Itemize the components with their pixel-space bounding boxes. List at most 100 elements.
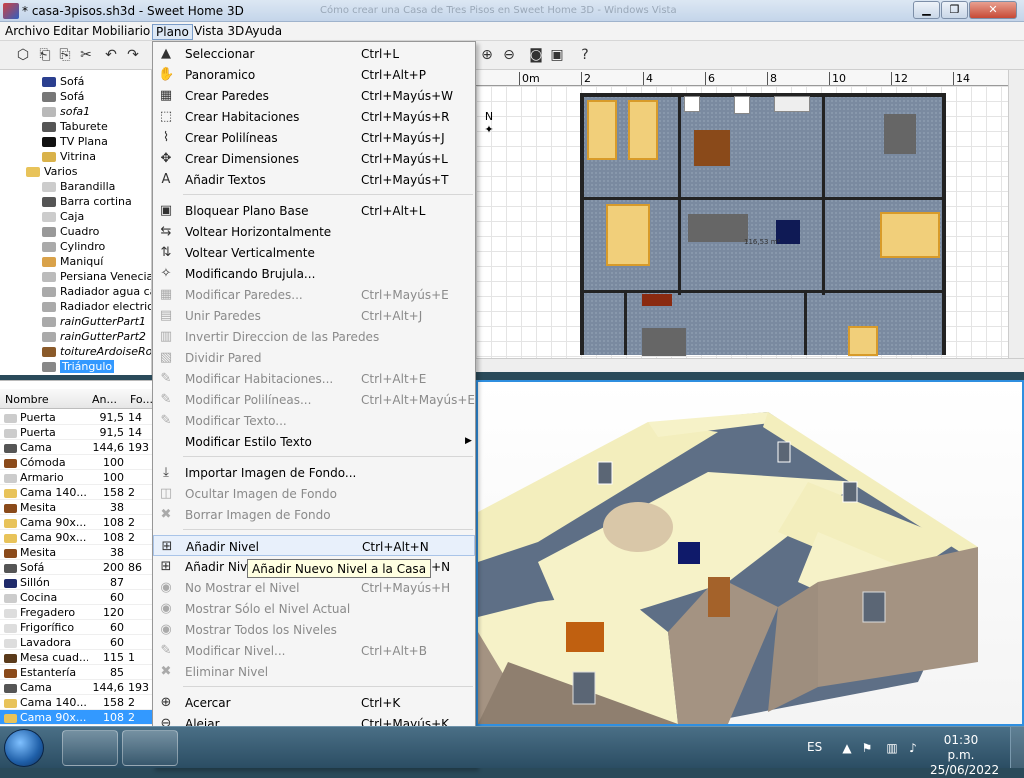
table-row[interactable]: Cama 90x... 108 2 xyxy=(0,530,152,545)
menu-archivo[interactable]: Archivo xyxy=(2,24,53,40)
cut-icon[interactable]: ✂ xyxy=(77,46,95,64)
menu-item-modificar-nivel[interactable]: ✎ Modificar Nivel... Ctrl+Alt+B xyxy=(153,640,475,661)
tree-item[interactable]: Radiador agua caliente xyxy=(42,284,151,299)
menu-item-voltear-verticalmente[interactable]: ⇅ Voltear Verticalmente xyxy=(153,242,475,263)
tree-item[interactable]: Cuadro xyxy=(42,224,99,239)
minimize-button[interactable]: ▁ xyxy=(913,1,940,19)
table-row[interactable]: Estantería 85 xyxy=(0,665,152,680)
tray-network-icon[interactable]: ▥ xyxy=(885,741,899,755)
menu-item-anadir-textos[interactable]: A Añadir Textos Ctrl+Mayús+T xyxy=(153,169,475,190)
tree-item[interactable]: Caja xyxy=(42,209,84,224)
tree-item[interactable]: rainGutterPart1 xyxy=(42,314,146,329)
table-row[interactable]: Sofá 200 86 xyxy=(0,560,152,575)
column-width-header[interactable]: An... xyxy=(92,393,117,406)
menu-mobiliario[interactable]: Mobiliario xyxy=(89,24,153,40)
tree-item[interactable]: Varios xyxy=(26,164,77,179)
view-3d[interactable] xyxy=(476,380,1024,726)
table-row[interactable]: Armario 100 xyxy=(0,470,152,485)
menu-item-mostrar-todos-los-niveles[interactable]: ◉ Mostrar Todos los Niveles xyxy=(153,619,475,640)
open-icon[interactable]: ⎗ xyxy=(36,46,54,64)
table-row[interactable]: Cama 144,6 193 xyxy=(0,440,152,455)
new-home-icon[interactable]: ⬡ xyxy=(14,46,32,64)
menu-item-crear-polilineas[interactable]: ⌇ Crear Polilíneas Ctrl+Mayús+J xyxy=(153,127,475,148)
help-icon[interactable]: ? xyxy=(576,46,594,64)
menu-item-modificar-paredes[interactable]: ▦ Modificar Paredes... Ctrl+Mayús+E xyxy=(153,284,475,305)
clock[interactable]: 01:30 p.m. 25/06/2022 xyxy=(930,733,999,778)
menu-editar[interactable]: Editar xyxy=(50,24,92,40)
menu-item-modificar-polilineas[interactable]: ✎ Modificar Polilíneas... Ctrl+Alt+Mayús+E xyxy=(153,389,475,410)
tree-item[interactable]: sofa1 xyxy=(42,104,90,119)
show-desktop-button[interactable] xyxy=(1010,727,1024,768)
table-row[interactable]: Cama 144,6 193 xyxy=(0,680,152,695)
tray-volume-icon[interactable]: ♪ xyxy=(906,741,920,755)
menu-item-modificando-brujula[interactable]: ✧ Modificando Brujula... xyxy=(153,263,475,284)
zoom-out-toolbar-icon[interactable]: ⊖ xyxy=(500,46,518,64)
table-row[interactable]: Mesa cuad... 115 1 xyxy=(0,650,152,665)
menu-vista-3d[interactable]: Vista 3D xyxy=(191,24,247,40)
tree-item[interactable]: Radiador electrico xyxy=(42,299,151,314)
menu-item-bloquear-plano-base[interactable]: ▣ Bloquear Plano Base Ctrl+Alt+L xyxy=(153,200,475,221)
menu-item-unir-paredes[interactable]: ▤ Unir Paredes Ctrl+Alt+J xyxy=(153,305,475,326)
plan-vertical-scrollbar[interactable] xyxy=(1008,70,1024,358)
menu-item-acercar[interactable]: ⊕ Acercar Ctrl+K xyxy=(153,692,475,713)
menu-item-dividir-pared[interactable]: ▧ Dividir Pared xyxy=(153,347,475,368)
menu-item-seleccionar[interactable]: ▲ Seleccionar Ctrl+L xyxy=(153,43,475,64)
tree-item[interactable]: Barra cortina xyxy=(42,194,132,209)
close-button[interactable]: ✕ xyxy=(969,1,1017,19)
column-depth-header[interactable]: Fo... xyxy=(130,393,152,406)
tray-arrow-icon[interactable]: ▲ xyxy=(840,741,854,755)
menu-item-ocultar-imagen-de-fondo[interactable]: ◫ Ocultar Imagen de Fondo xyxy=(153,483,475,504)
menu-item-borrar-imagen-de-fondo[interactable]: ✖ Borrar Imagen de Fondo xyxy=(153,504,475,525)
menu-item-modificar-estilo-texto[interactable]: Modificar Estilo Texto ▶ xyxy=(153,431,475,452)
tree-item[interactable]: Cylindro xyxy=(42,239,105,254)
table-row[interactable]: Puerta 91,5 14 xyxy=(0,410,152,425)
tree-item[interactable]: Maniquí xyxy=(42,254,103,269)
menu-ayuda[interactable]: Ayuda xyxy=(242,24,285,40)
tree-item[interactable]: Sofá xyxy=(42,89,84,104)
start-button[interactable] xyxy=(4,729,44,767)
undo-icon[interactable]: ↶ xyxy=(102,46,120,64)
table-row[interactable]: Mesita 38 xyxy=(0,545,152,560)
compass-icon-plan[interactable]: N ✦ xyxy=(482,110,496,140)
menu-item-crear-dimensiones[interactable]: ✥ Crear Dimensiones Ctrl+Mayús+L xyxy=(153,148,475,169)
photo-icon[interactable]: ◙ xyxy=(527,46,545,64)
menu-item-modificar-texto[interactable]: ✎ Modificar Texto... xyxy=(153,410,475,431)
table-row[interactable]: Puerta 91,5 14 xyxy=(0,425,152,440)
video-icon[interactable]: ▣ xyxy=(548,46,566,64)
plan-grid[interactable]: 116,53 m² N ✦ xyxy=(476,86,1008,358)
menu-item-crear-paredes[interactable]: ▦ Crear Paredes Ctrl+Mayús+W xyxy=(153,85,475,106)
save-icon[interactable]: ⎘ xyxy=(56,46,74,64)
tree-item[interactable]: toitureArdoiseRouge xyxy=(42,344,151,359)
tree-item[interactable]: Vitrina xyxy=(42,149,96,164)
tree-item[interactable]: Taburete xyxy=(42,119,108,134)
zoom-in-toolbar-icon[interactable]: ⊕ xyxy=(478,46,496,64)
table-row[interactable]: Lavadora 60 xyxy=(0,635,152,650)
table-row[interactable]: Cama 90x... 108 2 xyxy=(0,710,152,725)
menu-item-mostrar-solo-el-nivel-actual[interactable]: ◉ Mostrar Sólo el Nivel Actual xyxy=(153,598,475,619)
menu-item-anadir-nivel[interactable]: ⊞ Añadir Nivel Ctrl+Alt+N xyxy=(153,535,475,556)
tree-item[interactable]: TV Plana xyxy=(42,134,108,149)
maximize-button[interactable]: ❐ xyxy=(941,1,968,19)
taskbar-chrome-icon[interactable] xyxy=(122,730,178,766)
redo-icon[interactable]: ↷ xyxy=(124,46,142,64)
table-row[interactable]: Sillón 87 xyxy=(0,575,152,590)
menu-plano[interactable]: Plano xyxy=(152,24,193,40)
taskbar-explorer-icon[interactable] xyxy=(62,730,118,766)
tree-item[interactable]: rainGutterPart2 xyxy=(42,329,146,344)
menu-item-panoramico[interactable]: ✋ Panoramico Ctrl+Alt+P xyxy=(153,64,475,85)
table-row[interactable]: Cama 90x... 108 2 xyxy=(0,515,152,530)
tray-flag-icon[interactable]: ⚑ xyxy=(860,741,874,755)
plan-horizontal-scrollbar[interactable] xyxy=(476,358,1024,372)
table-row[interactable]: Frigorífico 60 xyxy=(0,620,152,635)
table-row[interactable]: Cocina 60 xyxy=(0,590,152,605)
menu-item-invertir-direccion-de-las-paredes[interactable]: ▥ Invertir Direccion de las Paredes xyxy=(153,326,475,347)
menu-item-voltear-horizontalmente[interactable]: ⇆ Voltear Horizontalmente xyxy=(153,221,475,242)
menu-item-crear-habitaciones[interactable]: ⬚ Crear Habitaciones Ctrl+Mayús+R xyxy=(153,106,475,127)
table-row[interactable]: Mesita 38 xyxy=(0,500,152,515)
language-indicator[interactable]: ES xyxy=(807,740,822,754)
tree-item[interactable]: Barandilla xyxy=(42,179,115,194)
table-row[interactable]: Cómoda 100 xyxy=(0,455,152,470)
menu-item-importar-imagen-de-fondo[interactable]: ⤓ Importar Imagen de Fondo... xyxy=(153,462,475,483)
menu-item-no-mostrar-el-nivel[interactable]: ◉ No Mostrar el Nivel Ctrl+Mayús+H xyxy=(153,577,475,598)
tree-item[interactable]: Triángulo xyxy=(42,359,115,374)
